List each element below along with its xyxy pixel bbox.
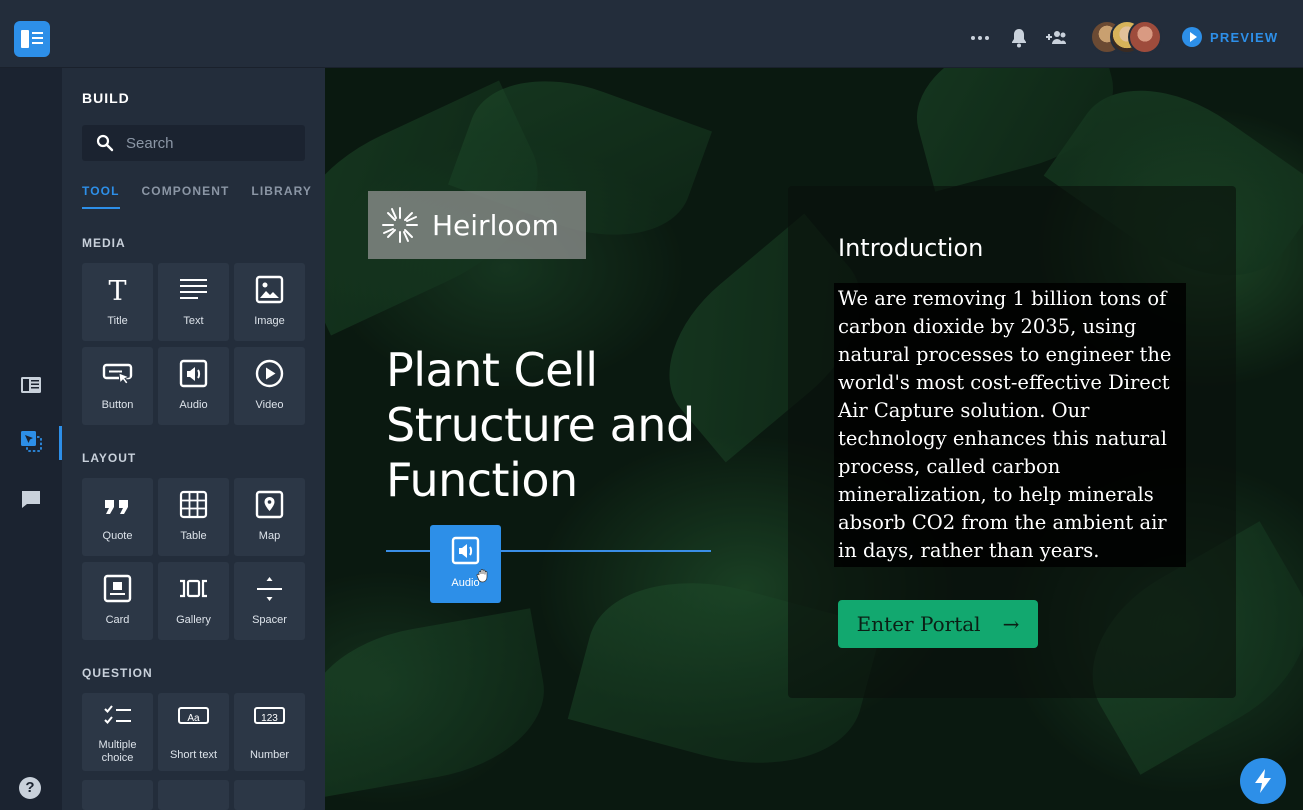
tool-tile-audio[interactable]: Audio (158, 347, 229, 425)
top-bar: PREVIEW (0, 0, 1303, 68)
tool-tile-dropdown[interactable] (234, 780, 305, 810)
intro-card[interactable]: Introduction We are removing 1 billion t… (788, 186, 1236, 698)
multiple-choice-icon (102, 701, 133, 731)
preview-button[interactable]: PREVIEW (1182, 26, 1278, 48)
collaborator-avatars[interactable] (1090, 20, 1162, 56)
tile-label: Text (183, 315, 204, 327)
comments-icon[interactable] (20, 488, 42, 510)
text-icon (178, 275, 209, 305)
tile-label: Table (180, 530, 207, 542)
tile-label: Image (254, 315, 285, 327)
preview-label: PREVIEW (1210, 29, 1279, 45)
audio-icon (450, 536, 481, 566)
tile-label: Audio (179, 399, 208, 411)
tool-tile-long-text[interactable] (82, 780, 153, 810)
help-icon[interactable]: ? (19, 777, 41, 799)
number-glyph: 123 (261, 713, 278, 724)
add-people-icon[interactable] (1044, 26, 1068, 50)
panel-title: BUILD (82, 90, 130, 106)
video-icon (254, 359, 285, 389)
section-label-question: QUESTION (82, 666, 153, 680)
title-icon: T (102, 275, 133, 307)
spacer-icon (254, 574, 285, 604)
avatar[interactable] (1128, 20, 1162, 54)
gallery-icon (178, 574, 209, 604)
app-logo-icon[interactable] (14, 21, 50, 57)
pages-icon[interactable] (20, 374, 42, 396)
search-icon (96, 134, 114, 152)
enter-portal-button[interactable]: Enter Portal → (838, 600, 1038, 648)
tile-label: Quote (102, 530, 133, 542)
tool-tile-text[interactable]: Text (158, 263, 229, 341)
tile-label: Short text (169, 749, 218, 761)
section-label-layout: LAYOUT (82, 451, 137, 465)
tool-tile-short-text[interactable]: Aa Short text (158, 693, 229, 771)
tool-tile-spacer[interactable]: Spacer (234, 562, 305, 640)
svg-text:T: T (108, 276, 126, 305)
tile-label: Map (258, 530, 281, 542)
tool-tile-multiple-choice[interactable]: Multiple choice (82, 693, 153, 771)
audio-icon (178, 359, 209, 389)
tile-label: Button (101, 399, 134, 411)
tile-label: Video (255, 399, 284, 411)
search-input[interactable] (126, 134, 286, 152)
table-icon (178, 490, 209, 520)
tool-tile-card[interactable]: Card (82, 562, 153, 640)
tool-tile-video[interactable]: Video (234, 347, 305, 425)
button-icon (102, 359, 133, 389)
card-icon (102, 574, 133, 604)
short-text-glyph: Aa (187, 713, 200, 724)
tool-tile-number[interactable]: 123 Number (234, 693, 305, 771)
more-icon[interactable] (968, 26, 992, 50)
tile-label: Number (249, 749, 290, 761)
enter-portal-label: Enter Portal (856, 612, 981, 636)
tab-tool[interactable]: TOOL (82, 184, 120, 209)
tab-component[interactable]: COMPONENT (142, 184, 230, 209)
tile-label: Gallery (176, 614, 211, 626)
section-label-media: MEDIA (82, 236, 126, 250)
tool-tile-quote[interactable]: Quote (82, 478, 153, 556)
lightning-fab[interactable] (1240, 758, 1286, 804)
logo-text: Heirloom (432, 208, 559, 242)
tile-label: Card (105, 614, 130, 626)
tool-tile-table[interactable]: Table (158, 478, 229, 556)
arrow-right-icon: → (1002, 612, 1020, 636)
search-box[interactable] (82, 125, 305, 161)
image-icon (254, 275, 285, 305)
heirloom-logo[interactable]: Heirloom (368, 191, 586, 259)
tile-label: Spacer (252, 614, 287, 626)
sunburst-logo-icon (382, 207, 418, 243)
tool-tile-button[interactable]: Button (82, 347, 153, 425)
tab-library[interactable]: LIBRARY (251, 184, 312, 209)
tool-tile-map[interactable]: Map (234, 478, 305, 556)
quote-icon (102, 490, 133, 520)
bell-icon[interactable] (1007, 26, 1031, 50)
panel-tabs: TOOL COMPONENT LIBRARY (82, 184, 312, 209)
tile-label: Title (107, 315, 128, 327)
tool-tile-gallery[interactable]: Gallery (158, 562, 229, 640)
build-panel: BUILD TOOL COMPONENT LIBRARY MEDIA T Tit… (62, 68, 325, 810)
grab-cursor-icon (475, 567, 491, 583)
left-rail: ? (0, 68, 62, 810)
dragging-audio-tile[interactable]: Audio (430, 525, 501, 603)
tool-tile-title[interactable]: T Title (82, 263, 153, 341)
tool-tile-image[interactable]: Image (234, 263, 305, 341)
tile-label: Multiple choice (98, 739, 137, 764)
intro-heading[interactable]: Introduction (838, 234, 983, 262)
intro-body-text[interactable]: We are removing 1 billion tons of carbon… (834, 283, 1186, 567)
map-icon (254, 490, 285, 520)
tool-tile-slider[interactable] (158, 780, 229, 810)
editor-canvas[interactable]: Heirloom Plant Cell Structure and Functi… (325, 68, 1303, 810)
build-icon[interactable] (20, 430, 42, 452)
lightning-icon (1255, 769, 1271, 793)
play-icon (1182, 27, 1202, 47)
hero-title[interactable]: Plant Cell Structure and Function (386, 343, 726, 508)
